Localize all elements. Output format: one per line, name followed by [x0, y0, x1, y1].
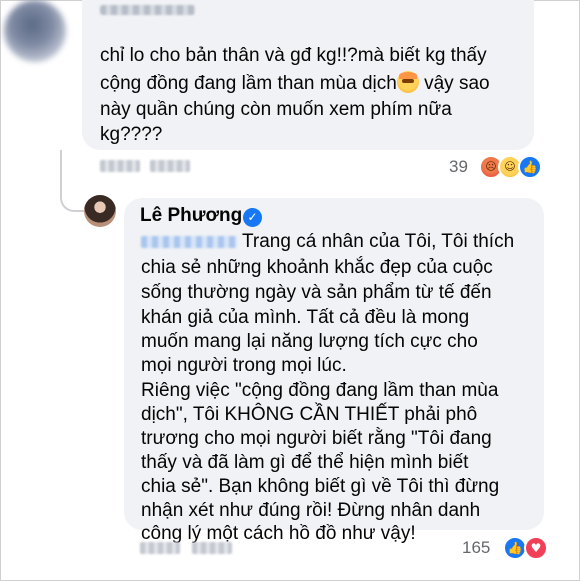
exploding-head-emoji-icon: [396, 71, 419, 93]
commenter-name-blurred[interactable]: [100, 5, 195, 15]
reply-text-line: sống thường ngày và sản phẩm từ tế đến: [141, 282, 492, 303]
reply-text-line: nhận xét như đúng rồi! Đừng nhân danh: [141, 500, 481, 521]
reply-text-line: thấy và đã làm gì để thể hiện mình biết: [141, 452, 469, 473]
comment-actions-blurred[interactable]: [100, 160, 140, 172]
like-reaction-icon[interactable]: 👍: [518, 155, 542, 179]
reply-text-line: chia sẻ". Bạn không biết gì về Tôi thì đ…: [141, 476, 500, 497]
reply-actions-blurred[interactable]: [192, 542, 232, 554]
reply-thread-connector: [60, 150, 84, 212]
verified-badge-icon: ✓: [243, 208, 262, 227]
reply-text-line: muốn mang lại năng lượng tích cực cho: [141, 331, 478, 352]
reply-author-name[interactable]: Lê Phương: [140, 205, 242, 227]
reply-text-line: Riêng việc "cộng đồng đang lầm than mùa: [141, 380, 499, 401]
reply-author-avatar[interactable]: [84, 195, 116, 227]
comment-text-line: kg????: [100, 124, 163, 145]
reply-text-line: chia sẻ những khoảnh khắc đẹp của cuộc: [141, 257, 493, 278]
reply-reaction-count[interactable]: 165: [462, 538, 490, 558]
mention-blurred[interactable]: [141, 236, 237, 248]
reply-text-line: Trang cá nhân của Tôi, Tôi thích: [242, 231, 515, 252]
comment-text-line: này quần chúng còn muốn xem phím nữa: [100, 99, 452, 120]
commenter-avatar[interactable]: [4, 0, 66, 62]
comment-reaction-count[interactable]: 39: [449, 157, 468, 177]
reply-text-line: khán giả của mình. Tất cả đều là mong: [141, 307, 470, 328]
reply-actions-blurred[interactable]: [140, 542, 180, 554]
reply-text-line: mọi người trong mọi lúc.: [141, 355, 347, 376]
reply-text-line: dịch", Tôi KHÔNG CẦN THIẾT phải phô: [141, 404, 478, 425]
reply-text-line: trương cho mọi người biết rằng "Tôi đang: [141, 428, 492, 449]
comment-actions-blurred[interactable]: [150, 160, 190, 172]
comment-text-line: chỉ lo cho bản thân và gđ kg!!?mà biết k…: [100, 45, 487, 66]
love-reaction-icon[interactable]: ♥: [524, 536, 548, 560]
reply-text-line: công lý một cách hồ đồ như vậy!: [141, 523, 416, 544]
comment-text-line: cộng đồng đang lầm than mùa dịch vậy sao: [100, 71, 490, 94]
